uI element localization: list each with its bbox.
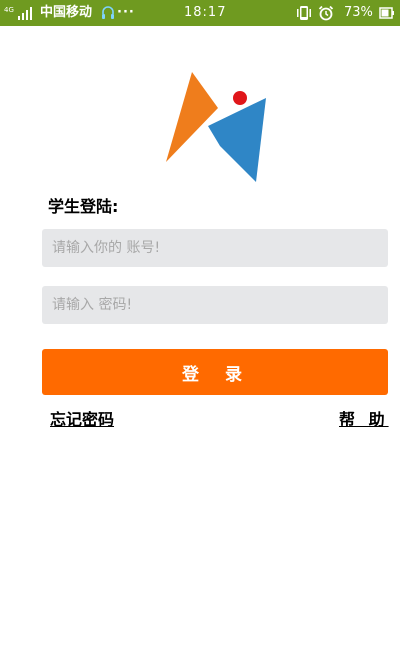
login-button[interactable]: 登 录 [42,349,388,395]
account-input[interactable] [42,229,388,267]
signal-icon: 4G [4,6,32,20]
app-logo [166,72,266,182]
status-bar: 4G 中国移动 ··· 18:17 73% [0,0,400,26]
logo-red-dot [233,91,247,105]
alarm-icon [318,5,334,21]
network-label: 4G [4,6,14,14]
carrier-name: 中国移动 [40,5,93,20]
forgot-password-link[interactable]: 忘记密码 [50,409,114,431]
logo-orange-wing [166,72,218,162]
headset-icon [102,6,114,19]
battery-percent: 73% [344,5,373,20]
login-title: 学生登陆: [48,197,119,216]
battery-icon [379,7,394,19]
clock-time: 18:17 [184,5,227,20]
logo-blue-wing [208,98,266,182]
help-link[interactable]: 帮 助 [339,409,389,431]
vibrate-icon [297,6,311,20]
more-indicator: ··· [117,5,135,20]
password-input[interactable] [42,286,388,324]
